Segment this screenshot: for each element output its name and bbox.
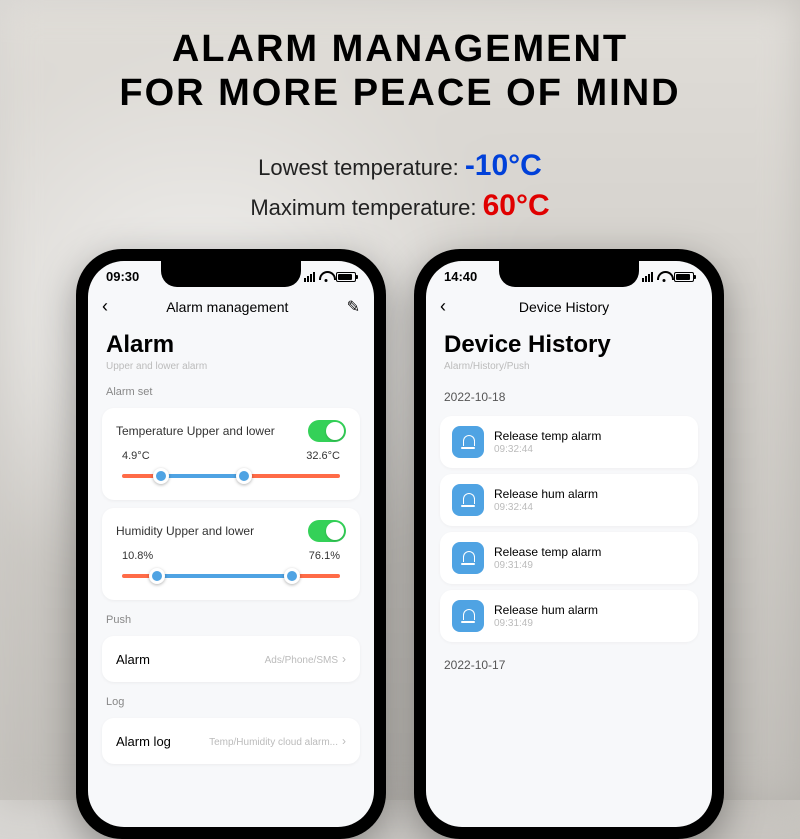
page-subtitle: Alarm/History/Push [426,361,712,380]
history-title: Release hum alarm [494,487,686,501]
history-item[interactable]: Release temp alarm 09:31:49 [440,532,698,584]
temperature-card: Temperature Upper and lower 4.9°C 32.6°C [102,408,360,500]
low-temp-value: -10°C [465,149,542,182]
temp-card-title: Temperature Upper and lower [116,424,275,438]
temp-high-value: 32.6°C [306,450,340,462]
humidity-card: Humidity Upper and lower 10.8% 76.1% [102,508,360,600]
phone-notch [499,261,639,287]
battery-icon [336,272,356,282]
hum-toggle[interactable] [308,520,346,542]
status-time: 09:30 [106,269,139,284]
bell-icon [452,426,484,458]
history-item[interactable]: Release hum alarm 09:31:49 [440,590,698,642]
log-value: Temp/Humidity cloud alarm... [209,737,338,748]
hum-slider[interactable] [122,566,340,586]
phone-mockup-history: 14:40 ‹ Device History Device History Al… [414,249,724,839]
chevron-right-icon: › [342,652,346,666]
push-card[interactable]: Alarm Ads/Phone/SMS › [102,636,360,682]
page-subtitle: Upper and lower alarm [88,361,374,380]
history-title: Release hum alarm [494,603,686,617]
history-item[interactable]: Release temp alarm 09:32:44 [440,416,698,468]
bell-icon [452,484,484,516]
page-title: Device History [426,325,712,361]
push-value: Ads/Phone/SMS [265,655,338,666]
history-item[interactable]: Release hum alarm 09:32:44 [440,474,698,526]
date-group-1: 2022-10-18 [426,380,712,410]
log-card[interactable]: Alarm log Temp/Humidity cloud alarm... › [102,718,360,764]
status-time: 14:40 [444,269,477,284]
nav-title: Alarm management [166,299,288,315]
section-push: Push [88,608,374,628]
history-time: 09:31:49 [494,560,686,571]
promo-header: ALARM MANAGEMENT FOR MORE PEACE OF MIND [0,0,800,125]
hum-card-title: Humidity Upper and lower [116,524,254,538]
signal-icon [642,272,653,282]
edit-icon[interactable]: ✎ [347,297,360,317]
page-title: Alarm [88,325,374,361]
wifi-icon [657,272,670,282]
nav-bar: ‹ Device History [426,288,712,325]
date-group-2: 2022-10-17 [426,648,712,678]
hum-high-value: 76.1% [309,550,340,562]
hum-slider-low-thumb[interactable] [149,568,165,584]
battery-icon [674,272,694,282]
back-icon[interactable]: ‹ [102,296,108,317]
header-title: ALARM MANAGEMENT FOR MORE PEACE OF MIND [20,28,780,115]
history-title: Release temp alarm [494,429,686,443]
bell-icon [452,542,484,574]
section-alarm-set: Alarm set [88,380,374,400]
history-time: 09:32:44 [494,502,686,513]
section-log: Log [88,690,374,710]
chevron-right-icon: › [342,734,346,748]
temp-low-value: 4.9°C [122,450,150,462]
history-title: Release temp alarm [494,545,686,559]
temperature-specs: Lowest temperature: -10°C Maximum temper… [0,149,800,223]
max-temp-value: 60°C [483,189,550,222]
max-temp-line: Maximum temperature: 60°C [0,189,800,223]
phone-mockup-alarm: 09:30 ‹ Alarm management ✎ Alarm Upper a… [76,249,386,839]
back-icon[interactable]: ‹ [440,296,446,317]
wifi-icon [319,272,332,282]
history-time: 09:31:49 [494,618,686,629]
nav-bar: ‹ Alarm management ✎ [88,288,374,325]
nav-title: Device History [519,299,609,315]
hum-slider-high-thumb[interactable] [284,568,300,584]
signal-icon [304,272,315,282]
bell-icon [452,600,484,632]
low-temp-line: Lowest temperature: -10°C [0,149,800,183]
hum-low-value: 10.8% [122,550,153,562]
push-label: Alarm [116,652,150,667]
temp-slider-low-thumb[interactable] [153,468,169,484]
temp-slider-high-thumb[interactable] [236,468,252,484]
temp-toggle[interactable] [308,420,346,442]
phone-notch [161,261,301,287]
temp-slider[interactable] [122,466,340,486]
log-label: Alarm log [116,734,171,749]
history-time: 09:32:44 [494,444,686,455]
